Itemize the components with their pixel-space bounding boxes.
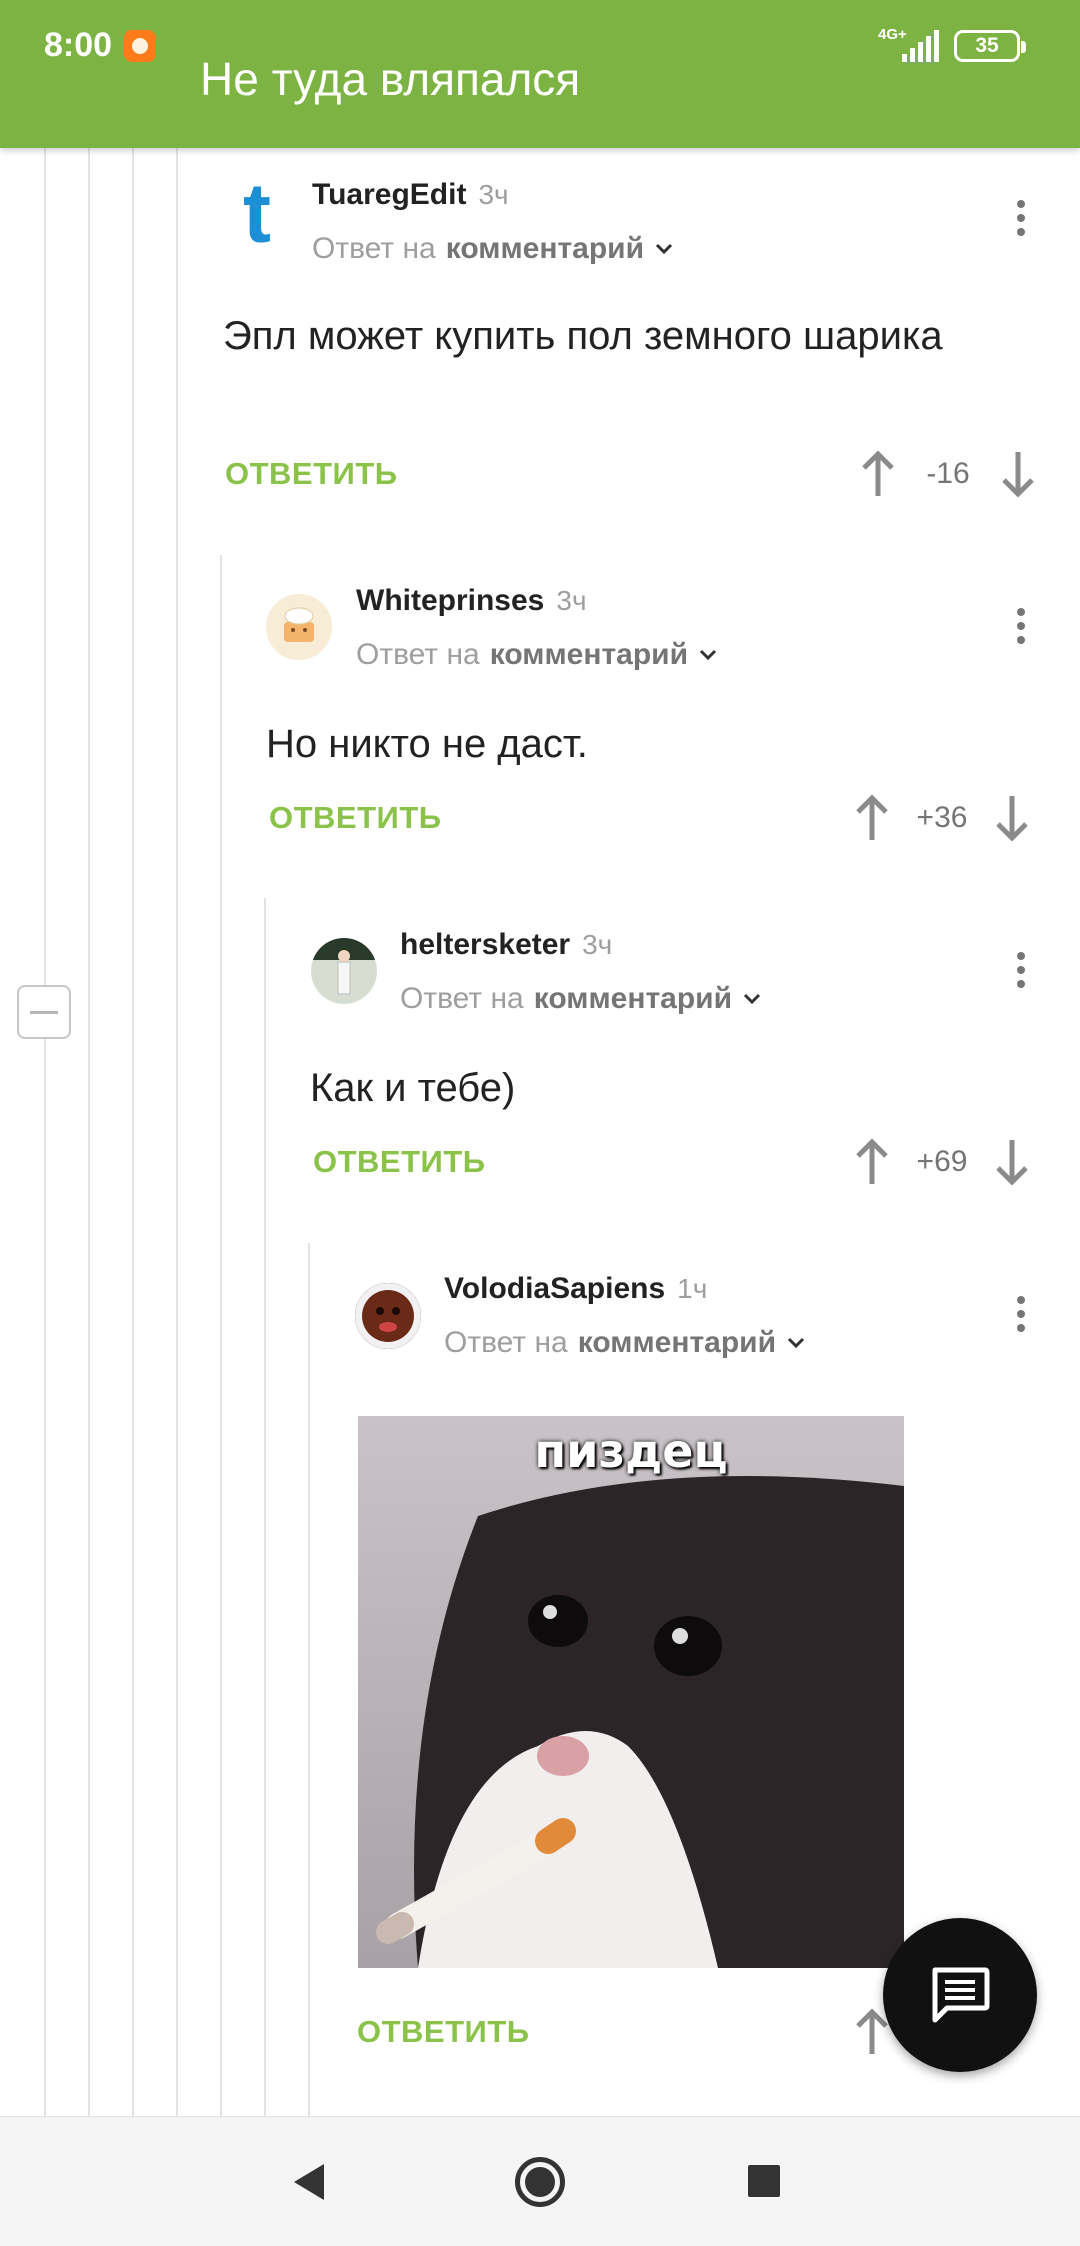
battery-icon: 35 xyxy=(954,30,1026,62)
avatar[interactable] xyxy=(355,1283,421,1349)
upvote-icon[interactable] xyxy=(852,1136,892,1188)
reply-to-link[interactable]: Ответ на комментарий xyxy=(444,1326,806,1360)
chevron-down-icon xyxy=(743,993,761,1005)
downvote-icon[interactable] xyxy=(992,792,1032,844)
reply-button[interactable]: ОТВЕТИТЬ xyxy=(357,2014,530,2050)
comment-score: -16 xyxy=(926,457,970,490)
downvote-icon[interactable] xyxy=(998,448,1038,500)
avatar[interactable]: t xyxy=(224,180,290,246)
thread-line xyxy=(176,148,178,2116)
status-clock: 8:00 xyxy=(44,26,113,64)
notification-app-icon xyxy=(124,30,156,62)
comment-time: 3ч xyxy=(556,585,587,616)
home-icon[interactable] xyxy=(515,2157,565,2207)
avatar[interactable] xyxy=(311,938,377,1004)
avatar-image xyxy=(266,594,332,660)
reply-button[interactable]: ОТВЕТИТЬ xyxy=(313,1144,486,1180)
comment-score: +36 xyxy=(916,801,968,834)
battery-level: 35 xyxy=(975,34,999,57)
more-options-icon[interactable] xyxy=(1006,1284,1036,1344)
recents-icon[interactable] xyxy=(748,2165,780,2197)
avatar-image xyxy=(355,1283,421,1349)
thread-line xyxy=(132,148,134,2116)
comment-time: 1ч xyxy=(677,1273,708,1304)
upvote-icon[interactable] xyxy=(852,792,892,844)
reply-button[interactable]: ОТВЕТИТЬ xyxy=(269,800,442,836)
collapse-thread-button[interactable] xyxy=(17,985,71,1039)
reply-to-link[interactable]: Ответ на комментарий xyxy=(356,638,718,672)
system-nav-bar xyxy=(0,2116,1080,2246)
comment-text: Эпл может купить пол земного шарика xyxy=(223,314,943,358)
image-caption: пиздец xyxy=(534,1424,728,1478)
chevron-down-icon xyxy=(655,243,673,255)
comment-time: 3ч xyxy=(582,929,613,960)
vote-controls: -16 xyxy=(858,448,1038,500)
comment-text: Как и тебе) xyxy=(310,1066,516,1110)
more-options-icon[interactable] xyxy=(1006,940,1036,1000)
back-icon[interactable] xyxy=(290,2162,330,2202)
more-options-icon[interactable] xyxy=(1006,596,1036,656)
vote-controls: +69 xyxy=(852,1136,1032,1188)
reply-to-link[interactable]: Ответ на комментарий xyxy=(312,232,674,266)
thread-line xyxy=(44,148,46,2116)
chevron-down-icon xyxy=(787,1337,805,1349)
signal-icon xyxy=(902,30,939,62)
comment-score: +69 xyxy=(916,1145,968,1178)
comment-author[interactable]: VolodiaSapiens 1ч xyxy=(444,1272,707,1306)
avatar-image xyxy=(311,938,377,1004)
reply-button[interactable]: ОТВЕТИТЬ xyxy=(225,456,398,492)
page-title[interactable]: Не туда вляпался xyxy=(200,52,580,106)
comment-author[interactable]: heltersketer 3ч xyxy=(400,928,612,962)
cat-image xyxy=(358,1416,904,1968)
comment-text: Но никто не даст. xyxy=(266,722,588,766)
comment-author[interactable]: TuaregEdit 3ч xyxy=(312,178,509,212)
comment-image[interactable]: пиздец xyxy=(358,1416,904,1968)
vote-controls: +36 xyxy=(852,792,1032,844)
comment-author[interactable]: Whiteprinses 3ч xyxy=(356,584,587,618)
comment-icon xyxy=(932,1967,990,2023)
thread-line xyxy=(264,898,266,2116)
thread-line xyxy=(220,555,222,2116)
upvote-icon[interactable] xyxy=(858,448,898,500)
avatar[interactable] xyxy=(266,594,332,660)
thread-line xyxy=(308,1243,310,2116)
more-options-icon[interactable] xyxy=(1006,188,1036,248)
reply-to-link[interactable]: Ответ на комментарий xyxy=(400,982,762,1016)
app-header: 8:00 Не туда вляпался 4G+ 35 xyxy=(0,0,1080,148)
chevron-down-icon xyxy=(699,649,717,661)
comment-time: 3ч xyxy=(478,179,509,210)
thread-line xyxy=(88,148,90,2116)
downvote-icon[interactable] xyxy=(992,1136,1032,1188)
comment-fab-button[interactable] xyxy=(883,1918,1037,2072)
